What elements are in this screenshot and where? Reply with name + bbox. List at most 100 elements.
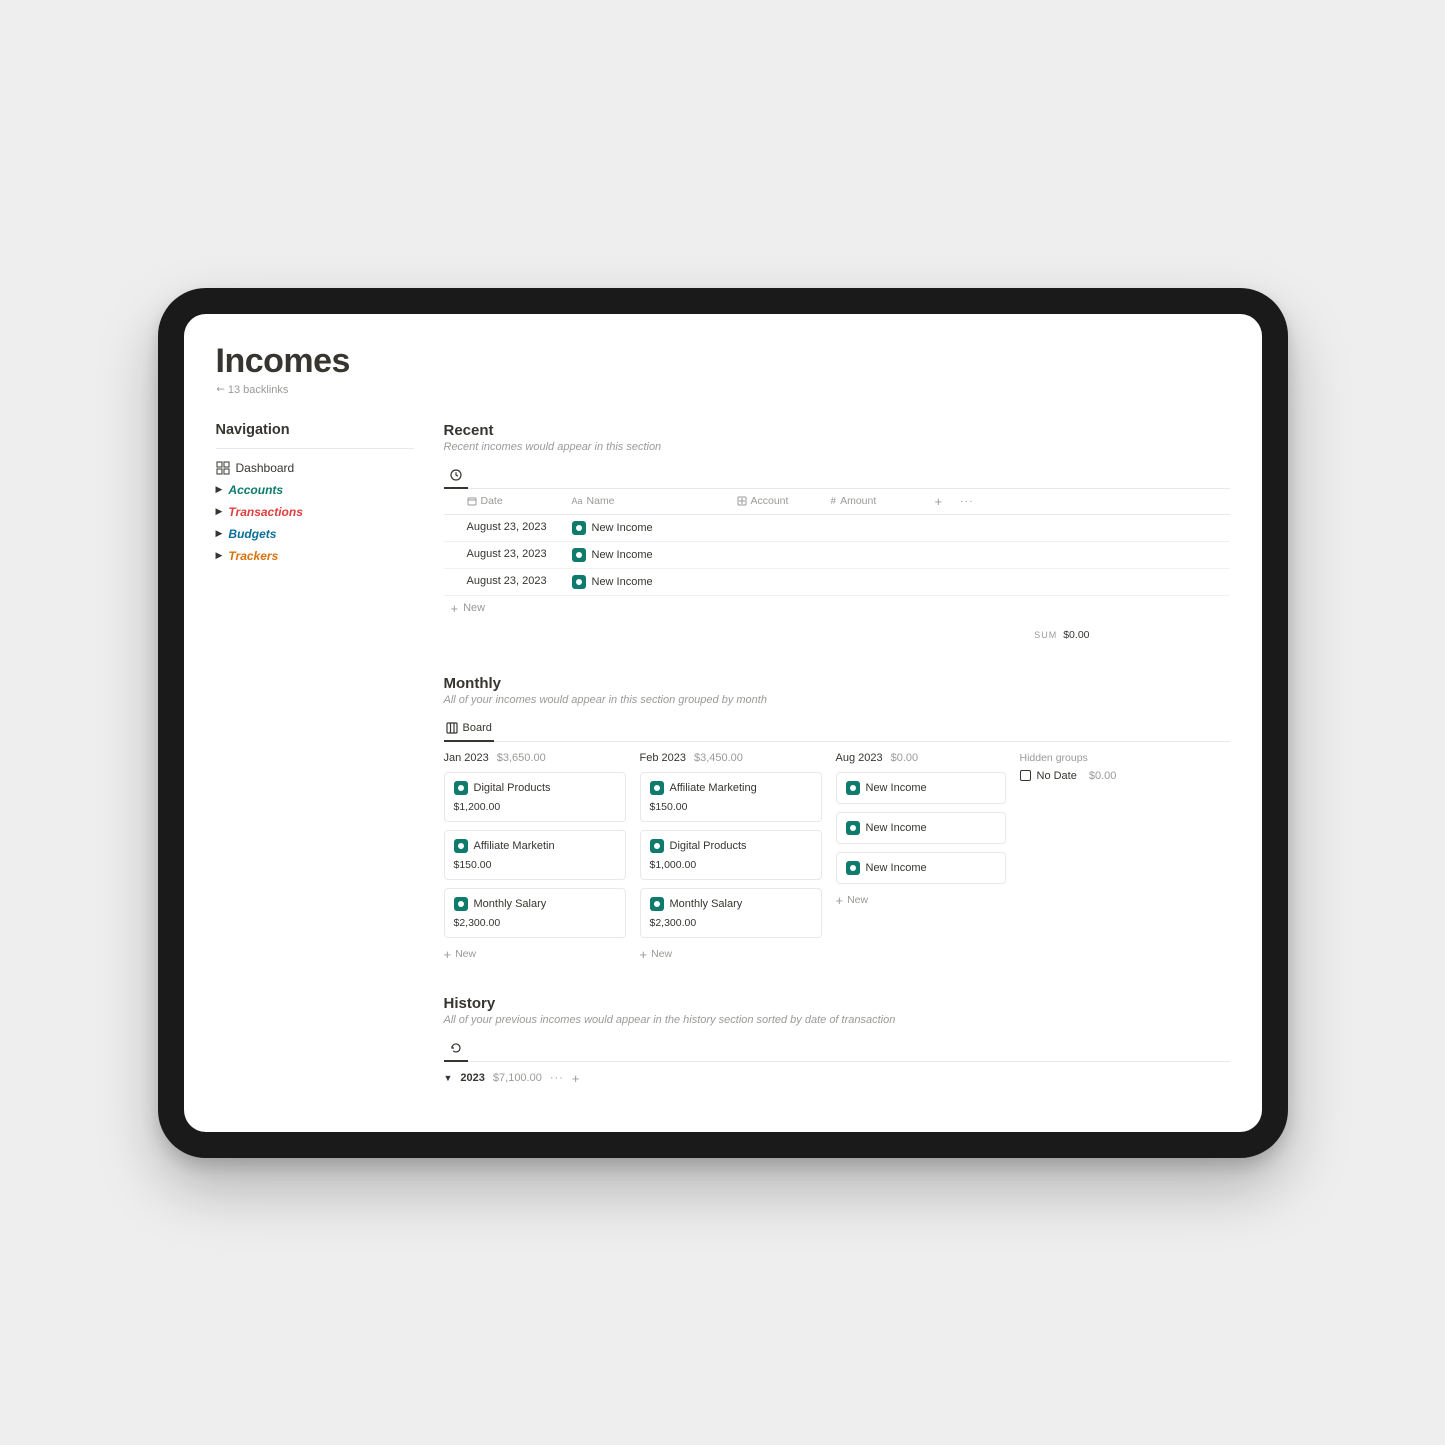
plus-icon: + <box>836 894 844 907</box>
card-title: Monthly Salary <box>474 898 547 910</box>
toggle-icon: ▶ <box>216 550 223 561</box>
income-icon <box>454 781 468 795</box>
toggle-icon: ▶ <box>216 506 223 517</box>
board-card[interactable]: Digital Products $1,200.00 <box>444 772 626 822</box>
column-amount-label: Amount <box>840 495 876 507</box>
new-label: New <box>463 602 485 614</box>
relation-icon <box>737 496 747 506</box>
table-row[interactable]: August 23, 2023 New Income <box>444 515 1230 542</box>
hidden-groups-label: Hidden groups <box>1020 752 1130 764</box>
income-icon <box>454 839 468 853</box>
board-card[interactable]: Digital Products $1,000.00 <box>640 830 822 880</box>
board-view-tab[interactable]: Board <box>444 718 494 742</box>
caret-down-icon: ▼ <box>444 1073 453 1083</box>
income-icon <box>846 821 860 835</box>
cell-date: August 23, 2023 <box>444 575 572 589</box>
income-icon <box>572 575 586 589</box>
board-card[interactable]: Monthly Salary $2,300.00 <box>444 888 626 938</box>
new-card-button[interactable]: +New <box>836 892 1006 907</box>
history-year-label: 2023 <box>460 1072 484 1084</box>
recent-view-tab[interactable] <box>444 465 468 489</box>
sidebar-item-label: Transactions <box>228 505 302 519</box>
history-year-group[interactable]: ▼ 2023 $7,100.00 ··· + <box>444 1062 1230 1085</box>
column-name-label: Name <box>587 495 615 507</box>
card-amount: $2,300.00 <box>650 917 812 929</box>
toggle-icon: ▶ <box>216 484 223 495</box>
page-title: Incomes <box>216 342 1230 381</box>
board-month-label: Feb 2023 <box>640 752 686 764</box>
sidebar-item-trackers[interactable]: ▶ Trackers <box>216 545 414 567</box>
board-group-jan[interactable]: Jan 2023 $3,650.00 <box>444 752 626 764</box>
card-title: Affiliate Marketin <box>474 840 555 852</box>
board-card[interactable]: New Income <box>836 812 1006 844</box>
board-card[interactable]: Monthly Salary $2,300.00 <box>640 888 822 938</box>
board-group-feb[interactable]: Feb 2023 $3,450.00 <box>640 752 822 764</box>
cell-date: August 23, 2023 <box>444 548 572 562</box>
clock-icon <box>450 469 462 481</box>
add-column-button[interactable]: + <box>935 495 943 508</box>
new-card-button[interactable]: +New <box>640 946 822 961</box>
income-icon <box>846 861 860 875</box>
backlinks-link[interactable]: ↙ 13 backlinks <box>216 384 1230 396</box>
board-card[interactable]: Affiliate Marketin $150.00 <box>444 830 626 880</box>
calendar-icon <box>467 496 477 506</box>
navigation-heading: Navigation <box>216 422 414 438</box>
card-title: Digital Products <box>670 840 747 852</box>
sidebar-item-dashboard[interactable]: Dashboard <box>216 457 414 479</box>
income-icon <box>846 781 860 795</box>
sidebar-item-budgets[interactable]: ▶ Budgets <box>216 523 414 545</box>
sum-value: $0.00 <box>1063 629 1089 641</box>
cell-name: New Income <box>592 576 653 588</box>
more-icon[interactable]: ··· <box>960 495 974 507</box>
cell-name: New Income <box>592 549 653 561</box>
card-title: Digital Products <box>474 782 551 794</box>
history-view-tab[interactable] <box>444 1038 468 1062</box>
recent-subtitle: Recent incomes would appear in this sect… <box>444 441 1230 453</box>
sum-label: SUM <box>1034 630 1057 640</box>
more-icon[interactable]: ··· <box>550 1072 564 1084</box>
board-card[interactable]: New Income <box>836 852 1006 884</box>
board-month-label: Jan 2023 <box>444 752 489 764</box>
add-item-button[interactable]: + <box>572 1072 580 1085</box>
table-row[interactable]: August 23, 2023 New Income <box>444 569 1230 596</box>
monthly-subtitle: All of your incomes would appear in this… <box>444 694 1230 706</box>
board-month-amount: $0.00 <box>891 752 919 764</box>
column-date-label: Date <box>481 495 503 507</box>
card-amount: $150.00 <box>650 801 812 813</box>
sum-row: SUM $0.00 <box>444 621 1230 641</box>
plus-icon: + <box>640 948 648 961</box>
new-label: New <box>651 948 672 960</box>
hidden-group-nodate[interactable]: No Date $0.00 <box>1020 770 1130 782</box>
income-icon <box>650 897 664 911</box>
new-row-button[interactable]: + New <box>444 596 1230 621</box>
board-month-amount: $3,450.00 <box>694 752 743 764</box>
recent-heading: Recent <box>444 422 1230 439</box>
nodate-label: No Date <box>1037 770 1077 782</box>
card-title: Monthly Salary <box>670 898 743 910</box>
text-icon: Aa <box>572 496 583 506</box>
column-account-label: Account <box>751 495 789 507</box>
sidebar-item-transactions[interactable]: ▶ Transactions <box>216 501 414 523</box>
board-card[interactable]: New Income <box>836 772 1006 804</box>
sidebar-item-accounts[interactable]: ▶ Accounts <box>216 479 414 501</box>
new-card-button[interactable]: +New <box>444 946 626 961</box>
income-icon <box>572 548 586 562</box>
inbox-icon <box>1020 770 1031 781</box>
sidebar-item-label: Budgets <box>228 527 276 541</box>
plus-icon: + <box>451 602 459 615</box>
backlinks-text: 13 backlinks <box>228 384 289 396</box>
new-label: New <box>847 894 868 906</box>
monthly-heading: Monthly <box>444 675 1230 692</box>
table-row[interactable]: August 23, 2023 New Income <box>444 542 1230 569</box>
card-title: Affiliate Marketing <box>670 782 757 794</box>
income-icon <box>650 781 664 795</box>
nodate-amount: $0.00 <box>1089 770 1117 782</box>
sidebar-item-label: Trackers <box>228 549 278 563</box>
history-year-amount: $7,100.00 <box>493 1072 542 1084</box>
board-group-aug[interactable]: Aug 2023 $0.00 <box>836 752 1006 764</box>
board-card[interactable]: Affiliate Marketing $150.00 <box>640 772 822 822</box>
history-icon <box>450 1042 462 1054</box>
history-subtitle: All of your previous incomes would appea… <box>444 1014 1230 1026</box>
dashboard-icon <box>216 461 230 475</box>
board-month-amount: $3,650.00 <box>497 752 546 764</box>
